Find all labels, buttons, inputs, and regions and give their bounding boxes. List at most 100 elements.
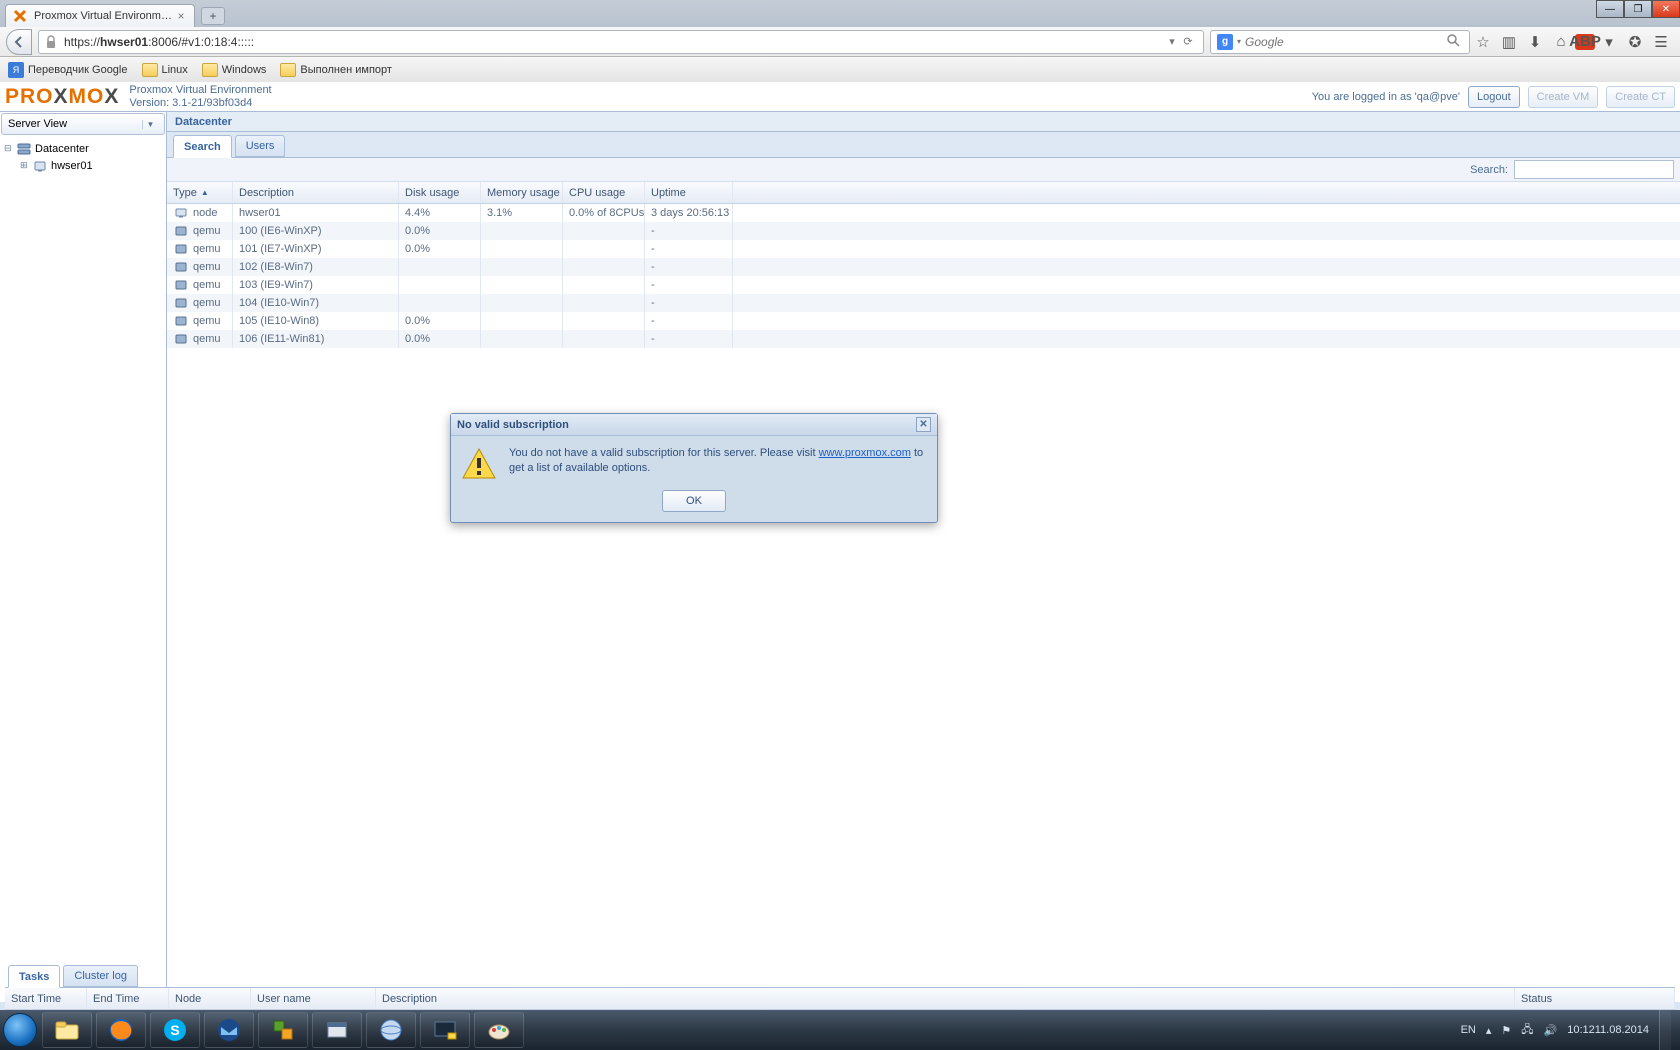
search-icon[interactable] (1447, 34, 1463, 50)
bookmark-star-icon[interactable]: ☆ (1471, 30, 1495, 54)
show-desktop-button[interactable] (1659, 1010, 1671, 1050)
start-button[interactable] (0, 1010, 40, 1050)
refresh-icon[interactable]: ⟳ (1179, 35, 1197, 48)
table-row[interactable]: qemu100 (IE6-WinXP)0.0%- (167, 222, 1680, 240)
tree-expand-icon[interactable]: ⊞ (20, 160, 32, 171)
col-cpu[interactable]: CPU usage (563, 182, 645, 203)
col-start-time[interactable]: Start Time (5, 988, 87, 1009)
modal-close-button[interactable]: ✕ (916, 417, 931, 432)
bookmark-item[interactable]: ЯПереводчик Google (8, 62, 128, 78)
cell-disk: 4.4% (399, 204, 481, 222)
tab-users[interactable]: Users (235, 135, 286, 157)
cell-disk: 0.0% (399, 222, 481, 240)
table-row[interactable]: qemu102 (IE8-Win7)- (167, 258, 1680, 276)
back-button[interactable] (6, 29, 32, 55)
google-icon: g (1217, 34, 1233, 50)
sort-asc-icon: ▲ (201, 188, 209, 197)
modal-titlebar[interactable]: No valid subscription ✕ (451, 414, 937, 436)
clock[interactable]: 10:12 11.08.2014 (1567, 1024, 1649, 1036)
bookmark-label: Linux (162, 64, 188, 76)
menu-icon[interactable]: ☰ (1649, 30, 1673, 54)
tab-cluster-log[interactable]: Cluster log (63, 965, 138, 987)
cell-uptime: - (645, 294, 733, 312)
taskbar-item-putty[interactable] (420, 1012, 470, 1048)
window-maximize-button[interactable]: ❐ (1624, 0, 1652, 18)
cell-cpu (563, 294, 645, 312)
grid-search-input[interactable] (1514, 160, 1674, 179)
new-tab-button[interactable]: + (201, 7, 225, 25)
create-vm-button[interactable]: Create VM (1528, 86, 1599, 108)
col-uptime[interactable]: Uptime (645, 182, 733, 203)
taskbar-item-app1[interactable] (312, 1012, 362, 1048)
search-input[interactable] (1245, 35, 1447, 49)
resource-grid: Type▲ Description Disk usage Memory usag… (167, 182, 1680, 1002)
taskbar-item-thunderbird[interactable] (204, 1012, 254, 1048)
grid-header: Type▲ Description Disk usage Memory usag… (167, 182, 1680, 204)
view-select[interactable]: Server View ▼ (1, 113, 165, 135)
table-row[interactable]: qemu103 (IE9-Win7)- (167, 276, 1680, 294)
tree-label: hwser01 (51, 160, 93, 172)
tree-collapse-icon[interactable]: ⊟ (4, 143, 16, 154)
cell-cpu: 0.0% of 8CPUs (563, 204, 645, 222)
main-panel: Datacenter Search Users Search: Type▲ De… (167, 112, 1680, 1002)
volume-icon[interactable]: 🔊 (1544, 1024, 1558, 1037)
cell-uptime: - (645, 240, 733, 258)
url-dropdown-icon[interactable]: ▾ (1165, 35, 1179, 48)
col-type[interactable]: Type▲ (167, 182, 233, 203)
server-icon (173, 205, 189, 221)
modal-message: You do not have a valid subscription for… (509, 446, 927, 482)
col-status[interactable]: Status (1515, 988, 1675, 1009)
bookmark-item[interactable]: Windows (202, 63, 267, 77)
browser-tab[interactable]: Proxmox Virtual Environme... × (5, 4, 195, 27)
search-engine-dropdown-icon[interactable]: ▾ (1237, 37, 1241, 46)
tree-node-hwser01[interactable]: ⊞ hwser01 (2, 157, 164, 174)
col-end-time[interactable]: End Time (87, 988, 169, 1009)
cell-type: qemu (193, 315, 221, 327)
col-node[interactable]: Node (169, 988, 251, 1009)
tab-search[interactable]: Search (173, 135, 232, 158)
search-bar[interactable]: g ▾ (1210, 30, 1470, 54)
ok-button[interactable]: OK (662, 490, 726, 512)
network-icon[interactable]: 🖧 (1521, 1021, 1533, 1040)
bookmark-item[interactable]: Linux (142, 63, 188, 77)
close-tab-icon[interactable]: × (174, 9, 188, 23)
taskbar-item-browser[interactable] (366, 1012, 416, 1048)
col-description[interactable]: Description (376, 988, 1515, 1009)
window-minimize-button[interactable]: — (1596, 0, 1624, 18)
bookmark-item[interactable]: Выполнен импорт (280, 63, 392, 77)
cell-description: 103 (IE9-Win7) (233, 276, 399, 294)
taskbar-item-vmware[interactable] (258, 1012, 308, 1048)
taskbar-item-explorer[interactable] (42, 1012, 92, 1048)
cell-disk: 0.0% (399, 312, 481, 330)
tab-tasks[interactable]: Tasks (8, 965, 60, 988)
logout-button[interactable]: Logout (1468, 86, 1520, 108)
col-description[interactable]: Description (233, 182, 399, 203)
cell-disk: 0.0% (399, 330, 481, 348)
bookmark-menu-icon[interactable]: ✪ (1623, 30, 1647, 54)
col-memory[interactable]: Memory usage (481, 182, 563, 203)
cell-memory (481, 222, 563, 240)
bookmark-label: Windows (222, 64, 267, 76)
reading-list-icon[interactable]: ▥ (1497, 30, 1521, 54)
language-indicator[interactable]: EN (1461, 1024, 1476, 1036)
downloads-icon[interactable]: ⬇ (1523, 30, 1547, 54)
proxmox-link[interactable]: www.proxmox.com (819, 447, 911, 459)
taskbar-item-paint[interactable] (474, 1012, 524, 1048)
table-row[interactable]: qemu101 (IE7-WinXP)0.0%- (167, 240, 1680, 258)
window-close-button[interactable]: ✕ (1652, 0, 1680, 18)
taskbar-item-skype[interactable]: S (150, 1012, 200, 1048)
tray-expand-icon[interactable]: ▴ (1486, 1024, 1492, 1037)
addon-icon[interactable]: ▾ (1597, 30, 1621, 54)
table-row[interactable]: qemu106 (IE11-Win81)0.0%- (167, 330, 1680, 348)
table-row[interactable]: nodehwser014.4%3.1%0.0% of 8CPUs3 days 2… (167, 204, 1680, 222)
adblock-icon[interactable]: ABP (1575, 34, 1595, 50)
create-ct-button[interactable]: Create CT (1606, 86, 1675, 108)
tree-node-datacenter[interactable]: ⊟ Datacenter (2, 140, 164, 157)
col-user[interactable]: User name (251, 988, 376, 1009)
action-center-icon[interactable]: ⚑ (1501, 1024, 1511, 1037)
taskbar-item-firefox[interactable] (96, 1012, 146, 1048)
table-row[interactable]: qemu104 (IE10-Win7)- (167, 294, 1680, 312)
url-bar[interactable]: https://hwser01:8006/#v1:0:18:4::::: ▾ ⟳ (38, 30, 1204, 54)
col-disk[interactable]: Disk usage (399, 182, 481, 203)
table-row[interactable]: qemu105 (IE10-Win8)0.0%- (167, 312, 1680, 330)
